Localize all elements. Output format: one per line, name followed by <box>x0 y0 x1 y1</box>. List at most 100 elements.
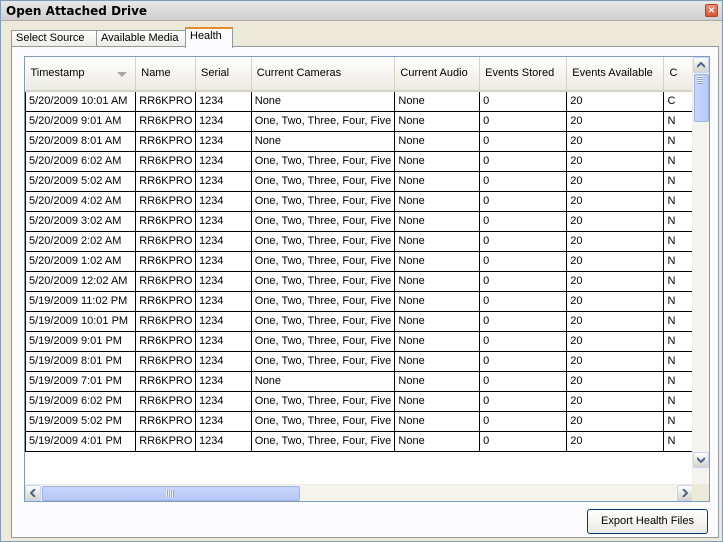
column-header[interactable]: Events Available <box>566 57 665 92</box>
column-header[interactable]: Current Cameras <box>251 57 396 92</box>
column-header-label: Serial <box>200 67 230 79</box>
table-cell: 0 <box>479 151 568 172</box>
scroll-left-button[interactable] <box>25 485 41 501</box>
grid-body: 5/20/2009 10:01 AM RR6KPRO 1234 None None 0 20… <box>25 91 693 452</box>
table-cell: 5/19/2009 5:02 PM <box>25 411 137 432</box>
table-cell: None <box>394 151 481 172</box>
table-cell: None <box>394 251 481 272</box>
table-cell: 1234 <box>195 291 252 312</box>
table-cell: None <box>394 91 481 112</box>
table-cell: 20 <box>566 251 665 272</box>
scroll-down-button[interactable] <box>693 452 709 468</box>
table-row[interactable]: 5/20/2009 3:02 AM RR6KPRO 1234 One, Two, Th… <box>25 211 693 232</box>
column-header-label: Events Available <box>572 67 653 79</box>
table-cell: None <box>394 271 481 292</box>
table-cell: 5/20/2009 2:02 AM <box>25 231 137 252</box>
health-table: Timestamp Name Serial Current Cameras Curren… <box>25 57 693 452</box>
table-cell: 0 <box>479 431 568 452</box>
table-cell: 0 <box>479 411 568 432</box>
table-row[interactable]: 5/20/2009 1:02 AM RR6KPRO 1234 One, Two, Th… <box>25 251 693 272</box>
table-cell: 0 <box>479 371 568 392</box>
table-cell: 5/20/2009 5:02 AM <box>25 171 137 192</box>
export-health-files-button[interactable]: Export Health Files <box>587 509 708 534</box>
table-row[interactable]: 5/20/2009 10:01 AM RR6KPRO 1234 None None 0 20… <box>25 91 693 112</box>
table-row[interactable]: 5/20/2009 2:02 AM RR6KPRO 1234 One, Two, Th… <box>25 231 693 252</box>
table-cell: 0 <box>479 251 568 272</box>
table-cell: 20 <box>566 151 665 172</box>
column-header[interactable]: C <box>663 57 693 92</box>
table-row[interactable]: 5/20/2009 12:02 AM RR6KPRO 1234 One, Two, T… <box>25 271 693 292</box>
table-cell: None <box>251 91 396 112</box>
table-cell: N <box>663 191 693 212</box>
table-row[interactable]: 5/19/2009 8:01 PM RR6KPRO 1234 One, Two, Th… <box>25 351 693 372</box>
table-cell: N <box>663 231 693 252</box>
table-cell: None <box>394 211 481 232</box>
table-cell: One, Two, Three, Four, Five <box>251 171 396 192</box>
table-row[interactable]: 5/19/2009 5:02 PM RR6KPRO 1234 One, Two, Th… <box>25 411 693 432</box>
table-cell: 5/20/2009 9:01 AM <box>25 111 137 132</box>
close-button[interactable]: × <box>705 4 718 17</box>
table-row[interactable]: 5/20/2009 9:01 AM RR6KPRO 1234 One, Two, Th… <box>25 111 693 132</box>
table-cell: 5/20/2009 12:02 AM <box>25 271 137 292</box>
column-header[interactable]: Serial <box>195 57 252 92</box>
table-cell: 5/20/2009 4:02 AM <box>25 191 137 212</box>
table-cell: RR6KPRO <box>135 291 196 312</box>
table-cell: 0 <box>479 191 568 212</box>
table-cell: 1234 <box>195 351 252 372</box>
table-row[interactable]: 5/19/2009 4:01 PM RR6KPRO 1234 One, Two, Th… <box>25 431 693 452</box>
table-cell: 20 <box>566 191 665 212</box>
table-cell: 1234 <box>195 191 252 212</box>
table-cell: RR6KPRO <box>135 91 196 112</box>
table-cell: N <box>663 251 693 272</box>
horizontal-scrollbar[interactable] <box>25 484 693 501</box>
table-cell: N <box>663 351 693 372</box>
tab-health[interactable]: Health <box>185 27 233 48</box>
table-cell: None <box>394 391 481 412</box>
tab-select-source[interactable]: Select Source <box>11 30 97 47</box>
table-row[interactable]: 5/20/2009 6:02 AM RR6KPRO 1234 One, Two, Th… <box>25 151 693 172</box>
table-cell: RR6KPRO <box>135 251 196 272</box>
table-cell: One, Two, Three, Four, Five <box>251 311 396 332</box>
table-cell: 1234 <box>195 171 252 192</box>
table-cell: RR6KPRO <box>135 271 196 292</box>
column-header[interactable]: Timestamp <box>25 57 137 92</box>
scroll-grip <box>166 490 174 497</box>
table-row[interactable]: 5/19/2009 7:01 PM RR6KPRO 1234 None None 0 20 N <box>25 371 693 392</box>
table-cell: 5/20/2009 10:01 AM <box>25 91 137 112</box>
column-header-label: Timestamp <box>30 67 85 79</box>
table-cell: 1234 <box>195 251 252 272</box>
table-cell: 5/20/2009 8:01 AM <box>25 131 137 152</box>
table-cell: 5/19/2009 8:01 PM <box>25 351 137 372</box>
horizontal-scroll-thumb[interactable] <box>42 486 300 501</box>
chevron-left-icon <box>30 489 36 497</box>
table-row[interactable]: 5/20/2009 8:01 AM RR6KPRO 1234 None None 0 20 N <box>25 131 693 152</box>
table-row[interactable]: 5/19/2009 10:01 PM RR6KPRO 1234 One, Two, T… <box>25 311 693 332</box>
table-cell: N <box>663 391 693 412</box>
table-cell: 1234 <box>195 111 252 132</box>
table-cell: 20 <box>566 211 665 232</box>
column-header[interactable]: Name <box>135 57 196 92</box>
vertical-scrollbar[interactable] <box>692 57 709 485</box>
table-row[interactable]: 5/20/2009 4:02 AM RR6KPRO 1234 One, Two, Th… <box>25 191 693 212</box>
health-grid: Timestamp Name Serial Current Cameras Curren… <box>24 56 710 502</box>
table-cell: None <box>394 111 481 132</box>
column-header[interactable]: Events Stored <box>479 57 568 92</box>
column-header[interactable]: Current Audio <box>394 57 481 92</box>
tab-available-media[interactable]: Available Media <box>96 30 186 47</box>
table-row[interactable]: 5/20/2009 5:02 AM RR6KPRO 1234 One, Two, Th… <box>25 171 693 192</box>
table-cell: 0 <box>479 231 568 252</box>
table-cell: None <box>394 171 481 192</box>
table-cell: 1234 <box>195 391 252 412</box>
table-cell: RR6KPRO <box>135 111 196 132</box>
table-cell: RR6KPRO <box>135 131 196 152</box>
scroll-up-button[interactable] <box>693 57 709 73</box>
table-cell: 20 <box>566 391 665 412</box>
scroll-grip <box>697 76 703 84</box>
table-cell: None <box>394 431 481 452</box>
table-row[interactable]: 5/19/2009 11:02 PM RR6KPRO 1234 One, Two, T… <box>25 291 693 312</box>
table-cell: 1234 <box>195 231 252 252</box>
table-row[interactable]: 5/19/2009 9:01 PM RR6KPRO 1234 One, Two, Th… <box>25 331 693 352</box>
table-row[interactable]: 5/19/2009 6:02 PM RR6KPRO 1234 One, Two, Th… <box>25 391 693 412</box>
scroll-right-button[interactable] <box>677 485 693 501</box>
column-header-row: Timestamp Name Serial Current Cameras Curren… <box>25 57 693 92</box>
